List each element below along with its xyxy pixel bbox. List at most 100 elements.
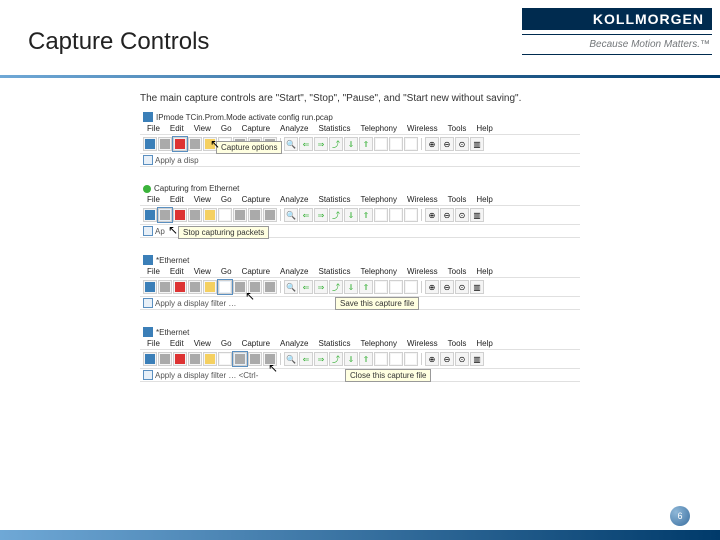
toolbar-button[interactable]	[248, 352, 262, 366]
menu-item[interactable]: View	[190, 267, 215, 276]
toolbar-button[interactable]: ⇓	[344, 137, 358, 151]
toolbar-button[interactable]	[218, 208, 232, 222]
toolbar-button[interactable]: ⇑	[359, 352, 373, 366]
toolbar-button[interactable]: ⇑	[359, 280, 373, 294]
toolbar-button[interactable]: ⤴	[329, 208, 343, 222]
menu-item[interactable]: View	[190, 195, 215, 204]
menu-item[interactable]: Statistics	[315, 124, 355, 133]
menu-item[interactable]: Help	[472, 124, 496, 133]
toolbar-button[interactable]: ⊕	[425, 280, 439, 294]
menu-item[interactable]: Tools	[444, 124, 471, 133]
menu-item[interactable]: Edit	[166, 124, 188, 133]
toolbar-button[interactable]	[389, 208, 403, 222]
menu-item[interactable]: File	[143, 124, 164, 133]
toolbar-button[interactable]: ⇓	[344, 208, 358, 222]
toolbar-button[interactable]: ⊙	[455, 137, 469, 151]
toolbar-button[interactable]: ▥	[470, 352, 484, 366]
toolbar-button[interactable]: ⇐	[299, 137, 313, 151]
menu-item[interactable]: Capture	[238, 124, 274, 133]
toolbar-button[interactable]	[404, 137, 418, 151]
toolbar-button[interactable]	[143, 137, 157, 151]
filter-bookmark-icon[interactable]	[143, 226, 153, 236]
toolbar-button[interactable]	[203, 208, 217, 222]
toolbar-button[interactable]: ⇐	[299, 352, 313, 366]
menu-item[interactable]: Capture	[238, 195, 274, 204]
toolbar-button[interactable]	[404, 208, 418, 222]
filter-bookmark-icon[interactable]	[143, 298, 153, 308]
menu-item[interactable]: Edit	[166, 339, 188, 348]
menu-item[interactable]: Go	[217, 267, 236, 276]
toolbar-button[interactable]: ⊙	[455, 352, 469, 366]
toolbar-button[interactable]: ⇑	[359, 137, 373, 151]
toolbar-button[interactable]	[233, 208, 247, 222]
toolbar-button[interactable]	[203, 352, 217, 366]
menu-item[interactable]: Help	[472, 195, 496, 204]
toolbar-button[interactable]	[158, 137, 172, 151]
menu-item[interactable]: Telephony	[357, 124, 401, 133]
menu-item[interactable]: Telephony	[357, 267, 401, 276]
toolbar-button[interactable]: ⊖	[440, 280, 454, 294]
toolbar-button[interactable]: ⊙	[455, 280, 469, 294]
toolbar-button[interactable]: ⊕	[425, 208, 439, 222]
toolbar-button[interactable]	[374, 280, 388, 294]
toolbar-button[interactable]: ⇒	[314, 280, 328, 294]
toolbar-button[interactable]	[188, 208, 202, 222]
menu-item[interactable]: Go	[217, 124, 236, 133]
toolbar-button[interactable]	[374, 352, 388, 366]
toolbar-button[interactable]	[404, 280, 418, 294]
filter-input[interactable]: Ap	[155, 227, 165, 236]
toolbar-button[interactable]: ⇐	[299, 280, 313, 294]
toolbar-button[interactable]: ▥	[470, 208, 484, 222]
toolbar-button[interactable]: ⤴	[329, 352, 343, 366]
menu-item[interactable]: Statistics	[315, 267, 355, 276]
toolbar-button[interactable]	[263, 280, 277, 294]
toolbar-button[interactable]	[203, 280, 217, 294]
toolbar-button[interactable]	[143, 352, 157, 366]
toolbar-button[interactable]: 🔍	[284, 280, 298, 294]
toolbar-button[interactable]	[389, 137, 403, 151]
filter-input[interactable]: Apply a display filter … <Ctrl-	[155, 371, 258, 380]
toolbar-button[interactable]: 🔍	[284, 352, 298, 366]
menu-item[interactable]: Go	[217, 195, 236, 204]
toolbar-button[interactable]	[158, 280, 172, 294]
toolbar-button[interactable]: ⇓	[344, 280, 358, 294]
menu-item[interactable]: View	[190, 124, 215, 133]
menu-item[interactable]: Analyze	[276, 267, 312, 276]
toolbar-button[interactable]	[389, 280, 403, 294]
toolbar-button[interactable]	[263, 208, 277, 222]
menu-item[interactable]: Analyze	[276, 124, 312, 133]
menu-item[interactable]: Telephony	[357, 339, 401, 348]
toolbar-button[interactable]	[374, 137, 388, 151]
menu-item[interactable]: Wireless	[403, 339, 442, 348]
toolbar-button[interactable]: ⊖	[440, 137, 454, 151]
toolbar-button[interactable]: ⤴	[329, 137, 343, 151]
toolbar-button[interactable]: ▥	[470, 280, 484, 294]
menu-item[interactable]: Wireless	[403, 124, 442, 133]
toolbar-button[interactable]	[248, 208, 262, 222]
menu-item[interactable]: Wireless	[403, 267, 442, 276]
toolbar-button[interactable]	[233, 352, 247, 366]
toolbar-button[interactable]: ⇐	[299, 208, 313, 222]
toolbar-button[interactable]: ⇑	[359, 208, 373, 222]
toolbar-button[interactable]: ⇒	[314, 352, 328, 366]
menu-item[interactable]: File	[143, 339, 164, 348]
toolbar-button[interactable]	[218, 280, 232, 294]
menu-item[interactable]: Help	[472, 267, 496, 276]
menu-item[interactable]: Tools	[444, 195, 471, 204]
filter-bookmark-icon[interactable]	[143, 370, 153, 380]
toolbar-button[interactable]	[188, 137, 202, 151]
toolbar-button[interactable]: ⊙	[455, 208, 469, 222]
toolbar-button[interactable]	[374, 208, 388, 222]
toolbar-button[interactable]	[188, 280, 202, 294]
toolbar-button[interactable]	[173, 280, 187, 294]
menu-item[interactable]: Statistics	[315, 339, 355, 348]
toolbar-button[interactable]: 🔍	[284, 137, 298, 151]
menu-item[interactable]: Go	[217, 339, 236, 348]
toolbar-button[interactable]: ⊕	[425, 137, 439, 151]
menu-item[interactable]: Telephony	[357, 195, 401, 204]
toolbar-button[interactable]	[143, 208, 157, 222]
toolbar-button[interactable]: ⇒	[314, 137, 328, 151]
filter-bookmark-icon[interactable]	[143, 155, 153, 165]
menu-item[interactable]: Capture	[238, 339, 274, 348]
menu-item[interactable]: Wireless	[403, 195, 442, 204]
